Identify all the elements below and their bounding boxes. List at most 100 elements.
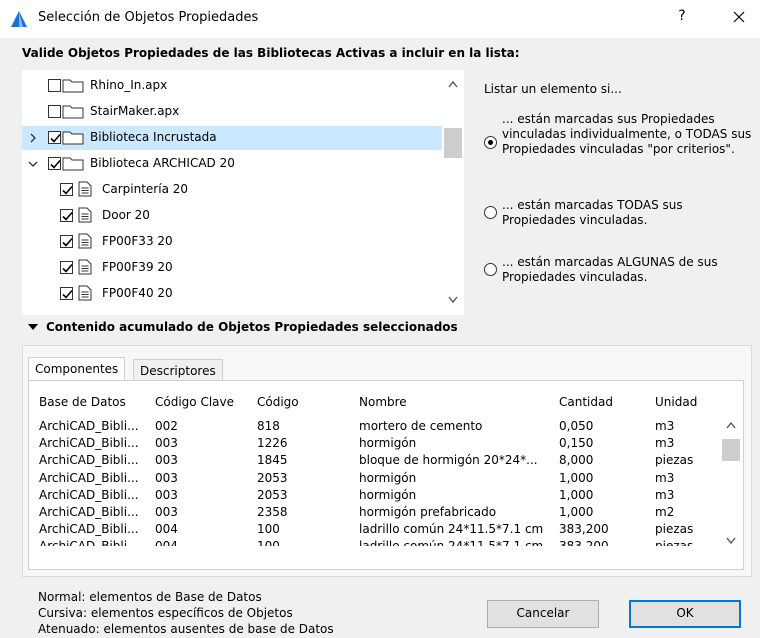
folder-icon [62,131,84,145]
tree-item[interactable]: Carpintería 20 [22,178,442,202]
checkbox[interactable] [48,157,61,170]
tree-item[interactable]: FP00F39 20 [22,256,442,280]
table-cell: ArchiCAD_Bibli... [39,539,139,547]
table-row[interactable]: ArchiCAD_Bibli... 003 1845 bloque de hormig… [29,453,719,470]
table-cell: bloque de hormigón 20*24*... [359,453,538,468]
table-cell: 2358 [257,505,288,519]
radio-option-some[interactable]: ... están marcadas ALGUNAS de sus Propie… [484,255,754,289]
checkbox[interactable] [48,131,61,144]
table-cell: 383,200 [559,539,609,547]
table-cell: 003 [155,470,178,485]
tree-item-label: Biblioteca ARCHICAD 20 [90,156,235,170]
folder-icon [62,105,84,119]
checkbox[interactable] [48,105,61,118]
table-cell: 100 [257,539,280,547]
collapse-triangle-icon[interactable] [28,324,38,330]
ok-button[interactable]: OK [629,600,741,628]
tree-item[interactable]: Biblioteca ARCHICAD 20 [22,152,442,176]
tree-item-label: Biblioteca Incrustada [90,130,217,144]
table-cell: m3 [655,419,675,433]
table-scrollbar[interactable] [721,417,741,557]
table-cell: 004 [155,522,178,537]
table-cell: hormigón [359,436,417,451]
scrollbar-thumb[interactable] [444,128,462,158]
list-if-heading: Listar un elemento si... [484,82,622,96]
library-tree[interactable]: Rhino_In.apx StairMaker.apx Biblioteca Inc… [22,70,464,315]
radio-option-all[interactable]: ... están marcadas TODAS sus Propiedades… [484,198,754,232]
table-row[interactable]: ArchiCAD_Bibli... 003 2053 hormigón 1,000 m3 [29,471,719,488]
table-cell: 1,000 [559,505,594,519]
radio-label: ... están marcadas TODAS sus Propiedades… [502,198,683,227]
table-row[interactable]: ArchiCAD_Bibli... 002 818 mortero de cement… [29,419,719,436]
table-cell: 0,150 [559,436,594,451]
tree-item[interactable]: Door 20 [22,204,442,228]
column-header[interactable]: Unidad [655,395,697,409]
table-cell: m3 [655,470,675,485]
table-cell: 1226 [257,436,288,451]
checkbox[interactable] [60,209,73,222]
folder-icon [62,157,84,171]
table-row[interactable]: ArchiCAD_Bibli... 003 2358 hormigón prefabr… [29,505,719,522]
table-cell: piezas [655,453,694,468]
radio-button[interactable] [484,206,497,219]
radio-button[interactable] [484,136,497,149]
radio-option-individually[interactable]: ... están marcadas sus Propiedades vincu… [484,112,754,176]
table-cell: 003 [155,487,178,502]
table-cell: hormigón [359,487,417,502]
column-header[interactable]: Nombre [359,395,407,409]
components-table: Base de Datos Código Clave Código Nombre Can… [28,380,744,570]
document-icon [78,233,92,249]
tree-item[interactable]: Biblioteca Incrustada [22,126,442,150]
legend-normal: Normal: elementos de Base de Datos [38,590,262,604]
column-header[interactable]: Código [257,395,299,409]
tree-scrollbar[interactable] [442,70,464,315]
tree-item[interactable]: Rhino_In.apx [22,74,442,98]
checkbox[interactable] [60,183,73,196]
chevron-down-icon[interactable] [28,159,38,169]
tab-descriptores[interactable]: Descriptores [133,359,223,381]
document-icon [78,181,92,197]
cancel-button[interactable]: Cancelar [487,600,599,628]
chevron-right-icon[interactable] [28,133,38,143]
table-cell: hormigón [359,470,417,485]
table-row[interactable]: ArchiCAD_Bibli... 004 100 ladrillo común 24… [29,522,719,539]
close-button[interactable] [726,6,752,30]
tree-item-label: Rhino_In.apx [90,78,168,92]
table-cell: 1,000 [559,470,594,485]
tree-item-label: Carpintería 20 [102,182,189,196]
table-row[interactable]: ArchiCAD_Bibli... 003 1226 hormigón 0,150 m3 [29,436,719,453]
scroll-up-icon [448,80,458,88]
table-cell: 004 [155,539,178,547]
checkbox[interactable] [60,235,73,248]
tree-item[interactable]: FP00F33 20 [22,230,442,254]
checkbox[interactable] [60,261,73,274]
table-cell: 002 [155,419,178,433]
accumulated-content-label: Contenido acumulado de Objetos Propiedad… [46,320,458,334]
document-icon [78,207,92,223]
column-header[interactable]: Código Clave [155,395,234,409]
checkbox[interactable] [48,79,61,92]
table-cell: ladrillo común 24*11.5*7.1 cm [359,539,544,547]
radio-label: ... están marcadas ALGUNAS de sus Propie… [502,255,718,284]
table-cell: m3 [655,487,675,502]
tree-item-label: FP00F33 20 [102,234,173,248]
radio-button[interactable] [484,263,497,276]
table-cell: piezas [655,539,694,547]
checkbox[interactable] [60,287,73,300]
table-cell: 1845 [257,453,288,468]
tree-item[interactable]: StairMaker.apx [22,100,442,124]
table-row[interactable]: ArchiCAD_Bibli... 003 2053 hormigón 1,000 m3 [29,488,719,505]
table-cell: piezas [655,522,694,537]
archicad-app-icon [10,10,28,28]
table-cell: ArchiCAD_Bibli... [39,522,139,537]
table-cell: ArchiCAD_Bibli... [39,470,139,485]
table-cell: 818 [257,419,280,433]
document-icon [78,285,92,301]
column-header[interactable]: Cantidad [559,395,613,409]
help-button[interactable]: ? [670,8,694,30]
table-cell: 1,000 [559,487,594,502]
scrollbar-thumb[interactable] [722,439,740,461]
column-header[interactable]: Base de Datos [39,395,126,409]
table-row[interactable]: ArchiCAD_Bibli... 004 100 ladrillo común 24… [29,539,719,546]
tree-item[interactable]: FP00F40 20 [22,282,442,306]
